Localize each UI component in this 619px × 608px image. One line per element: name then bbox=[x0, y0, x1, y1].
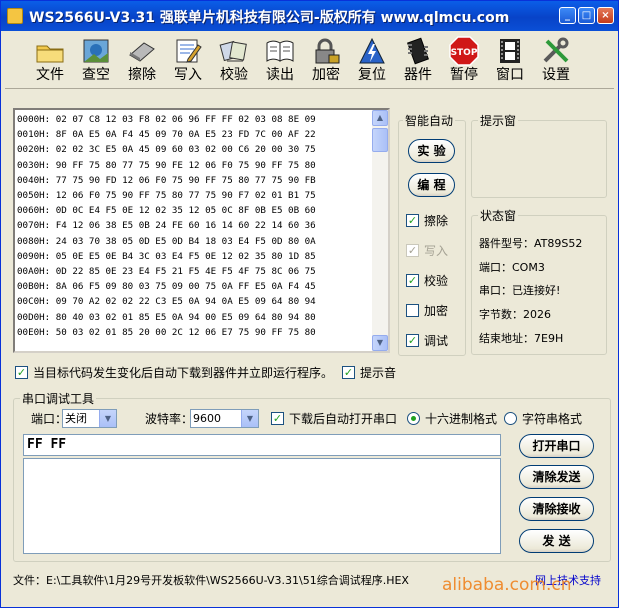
chevron-down-icon[interactable]: ▼ bbox=[99, 410, 116, 427]
hex-row: 0080H: 24 03 70 38 05 0D E5 0D B4 18 03 … bbox=[17, 235, 316, 247]
checkmark-icon: ✓ bbox=[406, 244, 419, 257]
hex-row: 0040H: 77 75 90 FD 12 06 F0 75 90 FF 75 … bbox=[17, 174, 316, 186]
picture-icon bbox=[80, 36, 112, 66]
toolbar-button-device[interactable]: 器件 bbox=[397, 34, 439, 86]
hex-format-radio[interactable]: 十六进制格式 bbox=[407, 410, 497, 427]
toolbar-button-read[interactable]: 读出 bbox=[259, 34, 301, 86]
hex-row: 0050H: 12 06 F0 75 90 FF 75 80 77 75 90 … bbox=[17, 190, 316, 202]
toolbar-button-encrypt[interactable]: 加密 bbox=[305, 34, 347, 86]
send-button[interactable]: 发 送 bbox=[519, 529, 594, 553]
toolbar-button-pause[interactable]: STOP 暂停 bbox=[443, 34, 485, 86]
checkmark-icon: ✓ bbox=[15, 366, 28, 379]
hex-row: 00C0H: 09 70 A2 02 02 22 C3 E5 0A 94 0A … bbox=[17, 296, 316, 308]
hex-row: 00A0H: 0D 22 85 0E 23 E4 F5 21 F5 4E F5 … bbox=[17, 266, 316, 278]
checkmark-icon: ✓ bbox=[406, 274, 419, 287]
test-button[interactable]: 实 验 bbox=[408, 139, 455, 163]
minimize-button[interactable]: _ bbox=[559, 7, 576, 24]
hex-row: 00B0H: 8A 06 F5 09 80 03 75 09 00 75 0A … bbox=[17, 281, 316, 293]
film-icon bbox=[494, 36, 526, 66]
toolbar-button-erase[interactable]: 擦除 bbox=[121, 34, 163, 86]
lightning-icon bbox=[356, 36, 388, 66]
toolbar-button-reset[interactable]: 复位 bbox=[351, 34, 393, 86]
program-button[interactable]: 编 程 bbox=[408, 173, 455, 197]
scroll-down-icon[interactable]: ▼ bbox=[372, 335, 388, 351]
window-title: WS2566U-V3.31 强联单片机科技有限公司-版权所有 www.qlmcu… bbox=[29, 10, 510, 26]
hex-row: 0090H: 05 0E E5 0E B4 3C 03 E4 F5 0E 12 … bbox=[17, 250, 316, 262]
clear-receive-button[interactable]: 清除接收 bbox=[519, 497, 594, 521]
file-path-status: 文件：E:\工具软件\1月29号开发板软件\WS2566U-V3.31\51综合… bbox=[13, 574, 409, 587]
auto-open-port-checkbox[interactable]: ✓ 下载后自动打开串口 bbox=[271, 410, 397, 427]
watermark-text: alibaba.com.cn bbox=[442, 575, 572, 595]
toolbar-button-settings[interactable]: 设置 bbox=[535, 34, 577, 86]
book-icon bbox=[264, 36, 296, 66]
folder-icon bbox=[34, 36, 66, 66]
toolbar-button-write[interactable]: 写入 bbox=[167, 34, 209, 86]
auto-encrypt-checkbox[interactable]: 加密 bbox=[406, 302, 448, 319]
baud-label: 波特率： bbox=[145, 412, 194, 426]
scroll-up-icon[interactable]: ▲ bbox=[372, 110, 388, 126]
close-button[interactable]: × bbox=[597, 7, 614, 24]
checkmark-icon bbox=[406, 304, 419, 317]
checkmark-icon: ✓ bbox=[342, 366, 355, 379]
title-bar[interactable]: WS2566U-V3.31 强联单片机科技有限公司-版权所有 www.qlmcu… bbox=[1, 1, 618, 31]
checkmark-icon: ✓ bbox=[271, 412, 284, 425]
auto-download-checkbox[interactable]: ✓ 当目标代码发生变化后自动下载到器件并立即运行程序。 bbox=[15, 364, 333, 381]
auto-verify-checkbox[interactable]: ✓ 校验 bbox=[406, 272, 448, 289]
hex-rows: 0000H: 02 07 C8 12 03 F8 02 06 96 FF FF … bbox=[17, 112, 371, 340]
tools-icon bbox=[540, 36, 572, 66]
port-select[interactable]: 关闭 ▼ bbox=[62, 409, 117, 428]
clear-send-button[interactable]: 清除发送 bbox=[519, 465, 594, 489]
string-format-radio[interactable]: 字符串格式 bbox=[504, 410, 582, 427]
app-icon bbox=[7, 8, 23, 24]
toolbar-button-blank-check[interactable]: 查空 bbox=[75, 34, 117, 86]
hex-scrollbar[interactable]: ▲ ▼ bbox=[372, 110, 388, 351]
stop-icon: STOP bbox=[448, 36, 480, 66]
chevron-down-icon[interactable]: ▼ bbox=[241, 410, 258, 427]
checkmark-icon: ✓ bbox=[406, 214, 419, 227]
hex-row: 0030H: 90 FF 75 80 77 75 90 FE 12 06 F0 … bbox=[17, 159, 316, 171]
sound-checkbox[interactable]: ✓ 提示音 bbox=[342, 364, 396, 381]
baud-select[interactable]: 9600 ▼ bbox=[190, 409, 259, 428]
hex-row: 0060H: 0D 0C E4 F5 0E 12 02 35 12 05 0C … bbox=[17, 205, 316, 217]
auto-erase-checkbox[interactable]: ✓ 擦除 bbox=[406, 212, 448, 229]
end-address: 结束地址：7E9H bbox=[479, 332, 564, 345]
auto-debug-checkbox[interactable]: ✓ 调试 bbox=[406, 332, 448, 349]
checkmark-icon: ✓ bbox=[406, 334, 419, 347]
toolbar-button-verify[interactable]: 校验 bbox=[213, 34, 255, 86]
lock-icon bbox=[310, 36, 342, 66]
auto-write-checkbox: ✓ 写入 bbox=[406, 244, 449, 258]
hex-row: 0000H: 02 07 C8 12 03 F8 02 06 96 FF FF … bbox=[17, 114, 316, 125]
receive-area[interactable] bbox=[23, 458, 501, 554]
hex-row: 0070H: F4 12 06 38 E5 0B 24 FE 60 16 14 … bbox=[17, 220, 316, 232]
main-window: WS2566U-V3.31 强联单片机科技有限公司-版权所有 www.qlmcu… bbox=[0, 0, 619, 608]
hex-row: 0020H: 02 02 3C E5 0A 45 09 60 03 02 00 … bbox=[17, 144, 316, 156]
write-icon bbox=[172, 36, 204, 66]
send-input[interactable]: FF FF bbox=[23, 434, 501, 456]
hex-row: 00D0H: 80 40 03 02 01 85 E5 0A 94 00 E5 … bbox=[17, 311, 316, 323]
open-port-button[interactable]: 打开串口 bbox=[519, 434, 594, 458]
hex-row: 00E0H: 50 03 02 01 85 20 00 2C 12 06 E7 … bbox=[17, 326, 316, 338]
toolbar-button-window[interactable]: 窗口 bbox=[489, 34, 531, 86]
toolbar-button-file[interactable]: 文件 bbox=[29, 34, 71, 86]
device-model: 器件型号：AT89S52 bbox=[479, 237, 583, 250]
stop-sign-text: STOP bbox=[451, 48, 478, 58]
eraser-icon bbox=[126, 36, 158, 66]
serial-connection-status: 串口：已连接好! bbox=[479, 284, 561, 297]
scroll-thumb[interactable] bbox=[372, 128, 388, 152]
hex-row: 0010H: 8F 0A E5 0A F4 45 09 70 0A E5 23 … bbox=[17, 129, 316, 141]
toolbar: 文件 查空 擦除 写入 校验 读出 加密 复位 器件 STOP 暂停 窗口 设置 bbox=[5, 32, 614, 89]
byte-count: 字节数：2026 bbox=[479, 308, 551, 321]
port-info: 端口：COM3 bbox=[479, 261, 545, 274]
verify-icon bbox=[218, 36, 250, 66]
hint-window-group: 提示窗 bbox=[471, 112, 607, 198]
chip-icon bbox=[402, 36, 434, 66]
hex-data-view[interactable]: 0000H: 02 07 C8 12 03 F8 02 06 96 FF FF … bbox=[13, 108, 390, 353]
maximize-button[interactable]: □ bbox=[578, 7, 595, 24]
